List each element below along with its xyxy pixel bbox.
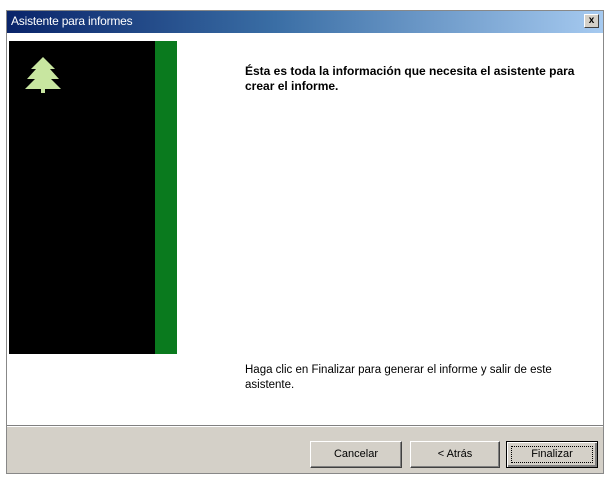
wizard-accent-strip — [155, 41, 177, 354]
close-icon: x — [588, 15, 595, 26]
report-wizard-dialog: Asistente para informes x Ésta es toda l… — [6, 10, 604, 474]
close-button[interactable]: x — [584, 14, 599, 28]
back-button[interactable]: < Atrás — [410, 441, 500, 468]
title-bar[interactable]: Asistente para informes x — [7, 11, 603, 33]
tree-icon — [25, 57, 61, 93]
window-title: Asistente para informes — [11, 14, 133, 28]
button-separator — [7, 425, 603, 427]
finish-button[interactable]: Finalizar — [506, 441, 598, 468]
wizard-content: Ésta es toda la información que necesita… — [7, 33, 603, 425]
wizard-side-panel — [9, 41, 155, 354]
focus-rectangle — [511, 446, 593, 463]
wizard-instruction: Haga clic en Finalizar para generar el i… — [245, 364, 552, 391]
wizard-heading: Ésta es toda la información que necesita… — [245, 64, 575, 93]
cancel-button[interactable]: Cancelar — [310, 441, 402, 468]
